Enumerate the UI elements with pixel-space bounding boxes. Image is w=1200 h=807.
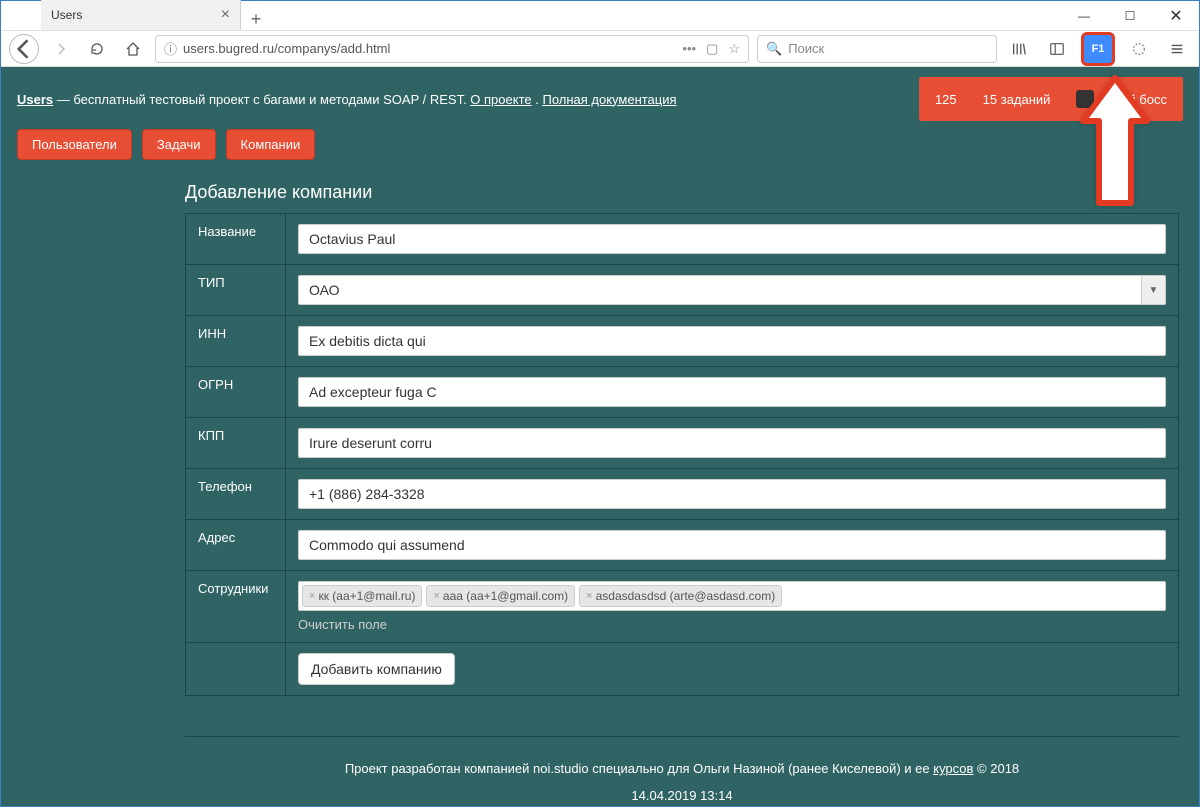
reload-button[interactable] — [83, 35, 111, 63]
label-kpp: КПП — [186, 418, 286, 469]
page-header-text: Users — бесплатный тестовый проект с баг… — [17, 92, 677, 107]
close-icon[interactable]: × — [221, 6, 230, 24]
info-icon: ⓘ — [164, 39, 177, 58]
library-icon[interactable] — [1005, 35, 1033, 63]
maximize-button[interactable]: ☐ — [1107, 1, 1153, 31]
company-form: Название ТИП ОАО ▼ ИНН ОГРН — [185, 213, 1179, 696]
footer-timestamp: 14.04.2019 13:14 — [185, 788, 1179, 803]
name-input[interactable] — [298, 224, 1166, 254]
minimize-button[interactable]: — — [1061, 1, 1107, 31]
footer: Проект разработан компанией noi.studio с… — [185, 736, 1179, 803]
home-button[interactable] — [119, 35, 147, 63]
forward-button[interactable] — [47, 35, 75, 63]
back-button[interactable] — [9, 34, 39, 64]
inn-input[interactable] — [298, 326, 1166, 356]
tasks-badge: 15 заданий — [983, 92, 1051, 107]
nav-tasks-button[interactable]: Задачи — [142, 129, 216, 160]
label-staff: Сотрудники — [186, 571, 286, 643]
hamburger-menu-icon[interactable] — [1163, 35, 1191, 63]
label-name: Название — [186, 214, 286, 265]
close-window-button[interactable]: ✕ — [1153, 1, 1199, 31]
label-address: Адрес — [186, 520, 286, 571]
more-icon[interactable]: ••• — [682, 41, 696, 56]
callout-arrow-icon — [1075, 73, 1155, 213]
remove-icon[interactable]: × — [433, 590, 439, 602]
browser-tab[interactable]: Users × — [41, 0, 241, 30]
browser-toolbar: ⓘ users.bugred.ru/companys/add.html ••• … — [1, 31, 1199, 67]
label-ogrn: ОГРН — [186, 367, 286, 418]
extension-icon[interactable] — [1125, 35, 1153, 63]
label-phone: Телефон — [186, 469, 286, 520]
address-input[interactable] — [298, 530, 1166, 560]
chevron-down-icon: ▼ — [1141, 276, 1165, 304]
new-tab-button[interactable]: + — [241, 9, 271, 30]
docs-link[interactable]: Полная документация — [542, 92, 676, 107]
url-input[interactable]: ⓘ users.bugred.ru/companys/add.html ••• … — [155, 35, 749, 63]
search-placeholder: Поиск — [788, 41, 824, 56]
staff-tag[interactable]: ×aaa (aa+1@gmail.com) — [426, 585, 575, 607]
nav-companies-button[interactable]: Компании — [226, 129, 316, 160]
url-text: users.bugred.ru/companys/add.html — [183, 41, 390, 56]
staff-tag[interactable]: ×кк (aa+1@mail.ru) — [302, 585, 422, 607]
about-link[interactable]: О проекте — [470, 92, 531, 107]
page-content: Users — бесплатный тестовый проект с баг… — [1, 67, 1199, 806]
sidebar-icon[interactable] — [1043, 35, 1071, 63]
courses-link[interactable]: курсов — [933, 761, 973, 776]
points-badge: 125 — [935, 92, 957, 107]
reader-icon[interactable]: ▢ — [706, 41, 718, 57]
clear-field-link[interactable]: Очистить поле — [298, 617, 1166, 632]
tab-title: Users — [51, 8, 82, 22]
form-title: Добавление компании — [185, 176, 1179, 213]
extension-f1-icon[interactable]: F1 — [1081, 32, 1115, 66]
nav-users-button[interactable]: Пользователи — [17, 129, 132, 160]
staff-tags-input[interactable]: ×кк (aa+1@mail.ru) ×aaa (aa+1@gmail.com)… — [298, 581, 1166, 611]
brand-link[interactable]: Users — [17, 92, 53, 107]
type-select[interactable]: ОАО ▼ — [298, 275, 1166, 305]
bookmark-icon[interactable]: ☆ — [728, 41, 740, 57]
ogrn-input[interactable] — [298, 377, 1166, 407]
remove-icon[interactable]: × — [309, 590, 315, 602]
kpp-input[interactable] — [298, 428, 1166, 458]
staff-tag[interactable]: ×asdasdasdsd (arte@asdasd.com) — [579, 585, 782, 607]
search-input[interactable]: 🔍 Поиск — [757, 35, 997, 63]
phone-input[interactable] — [298, 479, 1166, 509]
window-titlebar: Users × + — ☐ ✕ — [1, 1, 1199, 31]
submit-button[interactable]: Добавить компанию — [298, 653, 455, 685]
search-icon: 🔍 — [766, 41, 782, 57]
label-inn: ИНН — [186, 316, 286, 367]
remove-icon[interactable]: × — [586, 590, 592, 602]
label-type: ТИП — [186, 265, 286, 316]
